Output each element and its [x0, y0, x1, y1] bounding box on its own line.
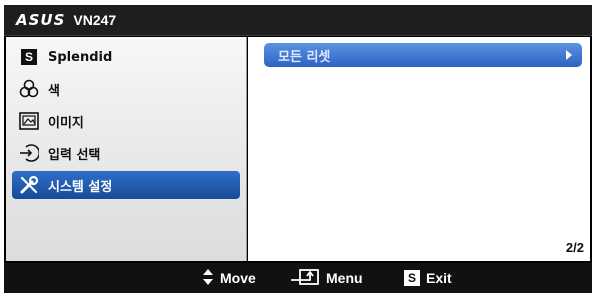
- input-select-icon: [18, 142, 40, 164]
- image-icon: [18, 110, 40, 132]
- chevron-right-icon: [566, 50, 572, 60]
- exit-label: Exit: [426, 270, 452, 286]
- s-key-icon: S: [404, 270, 420, 286]
- sidebar-item-label: Splendid: [48, 49, 113, 65]
- footer-hint-bar: Move Menu S Exit: [4, 263, 592, 293]
- sidebar-item-system-setup[interactable]: 시스템 설정: [12, 171, 240, 199]
- brand: ASUS VN247: [16, 11, 116, 29]
- menu-label: Menu: [326, 270, 363, 286]
- menu-hint: Menu: [290, 263, 363, 293]
- sidebar-item-label: 입력 선택: [48, 147, 101, 163]
- sidebar: S Splendid 색 이미지 입력 선택 시스템 설정: [6, 37, 247, 261]
- color-rgb-icon: [18, 78, 40, 100]
- osd-menu: ASUS VN247 S Splendid 색 이미지 입력 선택 시스템 설정…: [4, 5, 592, 293]
- title-bar: ASUS VN247: [4, 5, 592, 36]
- move-hint: Move: [202, 263, 256, 293]
- splendid-s-icon: S: [18, 46, 40, 68]
- wrench-screwdriver-icon: [18, 174, 40, 196]
- sidebar-item-label: 시스템 설정: [48, 179, 113, 195]
- sidebar-item-input-select[interactable]: 입력 선택: [12, 139, 240, 167]
- up-down-arrows-icon: [202, 268, 214, 289]
- move-label: Move: [220, 270, 256, 286]
- model-name: VN247: [73, 12, 117, 28]
- sidebar-item-image[interactable]: 이미지: [12, 107, 240, 135]
- option-label: 모든 리셋: [278, 49, 331, 65]
- content-panel: 모든 리셋 2/2: [248, 37, 590, 261]
- reset-all-option[interactable]: 모든 리셋: [264, 43, 582, 67]
- sidebar-item-splendid[interactable]: S Splendid: [12, 43, 240, 71]
- enter-key-icon: [290, 268, 320, 289]
- page-indicator: 2/2: [565, 240, 584, 255]
- exit-hint: S Exit: [404, 263, 452, 293]
- sidebar-item-color[interactable]: 색: [12, 75, 240, 103]
- sidebar-item-label: 이미지: [48, 115, 84, 131]
- asus-logo: ASUS: [16, 11, 66, 29]
- sidebar-item-label: 색: [48, 83, 60, 99]
